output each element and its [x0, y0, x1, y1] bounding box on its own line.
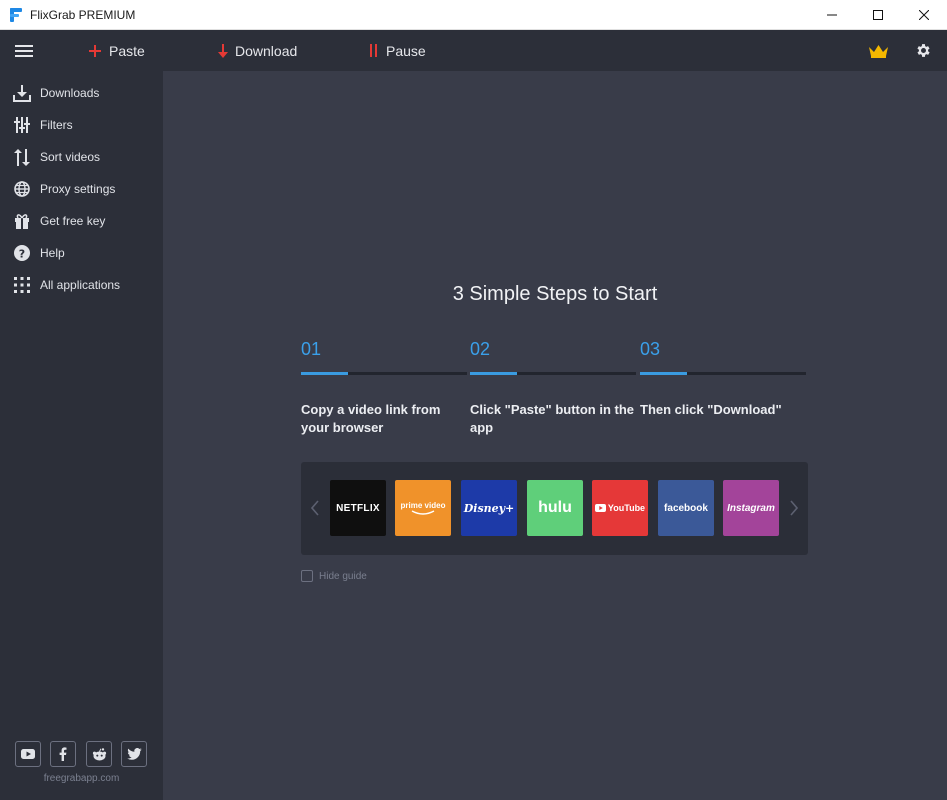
amazon-smile-icon — [411, 509, 435, 515]
service-label: hulu — [538, 499, 572, 516]
step-progress — [640, 372, 806, 375]
filter-sliders-icon — [12, 115, 32, 135]
sidebar-item-label: Proxy settings — [40, 182, 116, 196]
close-button[interactable] — [901, 0, 947, 30]
carousel-next-button[interactable] — [788, 497, 800, 519]
sidebar-item-all-apps[interactable]: All applications — [0, 270, 163, 300]
close-icon — [919, 10, 929, 20]
premium-button[interactable] — [869, 30, 888, 71]
hide-guide-label: Hide guide — [319, 570, 367, 582]
download-icon — [12, 83, 32, 103]
globe-icon — [12, 179, 32, 199]
sidebar-item-label: Help — [40, 246, 65, 260]
sidebar-item-help[interactable]: ? Help — [0, 238, 163, 268]
sidebar-item-label: Filters — [40, 118, 73, 132]
chevron-left-icon — [311, 500, 319, 516]
window-title: FlixGrab PREMIUM — [30, 7, 136, 22]
step-text: Click "Paste" button in the app — [470, 402, 635, 435]
crown-icon — [869, 44, 888, 58]
download-label: Download — [235, 42, 298, 59]
service-disney-plus[interactable]: Disney+ — [461, 480, 517, 536]
gear-icon — [917, 44, 930, 57]
window-controls — [809, 0, 947, 30]
toolbar: Paste Download Pause — [0, 30, 947, 71]
menu-button[interactable] — [15, 30, 33, 71]
settings-button[interactable] — [915, 30, 932, 71]
reddit-icon — [92, 747, 106, 760]
sidebar-item-label: Sort videos — [40, 150, 101, 164]
step-3: 03 Then click "Download" — [640, 339, 806, 417]
sidebar-item-free-key[interactable]: Get free key — [0, 206, 163, 236]
guide-heading: 3 Simple Steps to Start — [452, 283, 658, 305]
service-facebook[interactable]: facebook — [658, 480, 714, 536]
title-bar: FlixGrab PREMIUM — [0, 0, 947, 30]
service-label: prime video — [400, 500, 446, 510]
play-icon — [594, 504, 606, 512]
sort-icon — [12, 147, 32, 167]
youtube-icon — [21, 749, 35, 759]
site-link[interactable]: freegrabapp.com — [0, 773, 163, 784]
down-arrow-icon — [218, 43, 228, 58]
hamburger-menu-icon — [15, 44, 33, 57]
sidebar-item-label: Get free key — [40, 214, 106, 228]
service-youtube[interactable]: YouTube — [592, 480, 648, 536]
hide-guide-checkbox[interactable]: Hide guide — [301, 570, 367, 582]
pause-icon — [370, 44, 377, 57]
facebook-icon — [59, 747, 67, 761]
pause-label: Pause — [386, 42, 426, 59]
app-logo-icon — [10, 7, 24, 22]
facebook-link[interactable] — [50, 741, 76, 767]
checkbox-box[interactable] — [301, 570, 313, 582]
youtube-link[interactable] — [15, 741, 41, 767]
sidebar-item-proxy[interactable]: Proxy settings — [0, 174, 163, 204]
help-icon: ? — [12, 243, 32, 263]
reddit-link[interactable] — [86, 741, 112, 767]
services-carousel: NETFLIX prime video Disney+ hulu YouTube… — [301, 462, 808, 555]
main-panel: 3 Simple Steps to Start 01 Copy a video … — [163, 71, 947, 800]
service-label: Instagram — [727, 502, 775, 514]
twitter-link[interactable] — [121, 741, 147, 767]
sidebar-item-downloads[interactable]: Downloads — [0, 78, 163, 108]
twitter-icon — [126, 748, 142, 760]
gift-icon — [12, 211, 32, 231]
minimize-button[interactable] — [809, 0, 855, 30]
maximize-icon — [873, 10, 883, 20]
plus-icon — [89, 44, 101, 57]
service-netflix[interactable]: NETFLIX — [330, 480, 386, 536]
step-text: Copy a video link from your browser — [301, 402, 441, 435]
step-progress — [301, 372, 467, 375]
step-number: 02 — [470, 339, 491, 359]
minimize-icon — [827, 14, 837, 16]
chevron-right-icon — [790, 500, 798, 516]
step-number: 03 — [640, 339, 661, 359]
download-button[interactable]: Download — [218, 30, 297, 71]
sidebar: Downloads Filters Sort videos Proxy sett… — [0, 71, 163, 800]
sidebar-item-filters[interactable]: Filters — [0, 110, 163, 140]
pause-button[interactable]: Pause — [370, 30, 426, 71]
step-number: 01 — [301, 339, 322, 359]
step-text: Then click "Download" — [640, 402, 782, 417]
paste-button[interactable]: Paste — [89, 30, 145, 71]
service-label: YouTube — [607, 503, 646, 513]
sidebar-item-label: Downloads — [40, 86, 100, 100]
service-instagram[interactable]: Instagram — [723, 480, 779, 536]
carousel-prev-button[interactable] — [309, 497, 321, 519]
service-label: NETFLIX — [336, 502, 380, 514]
grid-icon — [12, 275, 32, 295]
service-label: Disney+ — [463, 501, 515, 515]
step-2: 02 Click "Paste" button in the app — [470, 339, 636, 435]
paste-label: Paste — [109, 42, 145, 59]
step-progress — [470, 372, 636, 375]
sidebar-item-label: All applications — [40, 278, 121, 292]
maximize-button[interactable] — [855, 0, 901, 30]
service-label: facebook — [664, 502, 708, 514]
service-prime-video[interactable]: prime video — [395, 480, 451, 536]
sidebar-item-sort[interactable]: Sort videos — [0, 142, 163, 172]
service-hulu[interactable]: hulu — [527, 480, 583, 536]
svg-text:?: ? — [19, 248, 25, 261]
step-1: 01 Copy a video link from your browser — [301, 339, 467, 435]
